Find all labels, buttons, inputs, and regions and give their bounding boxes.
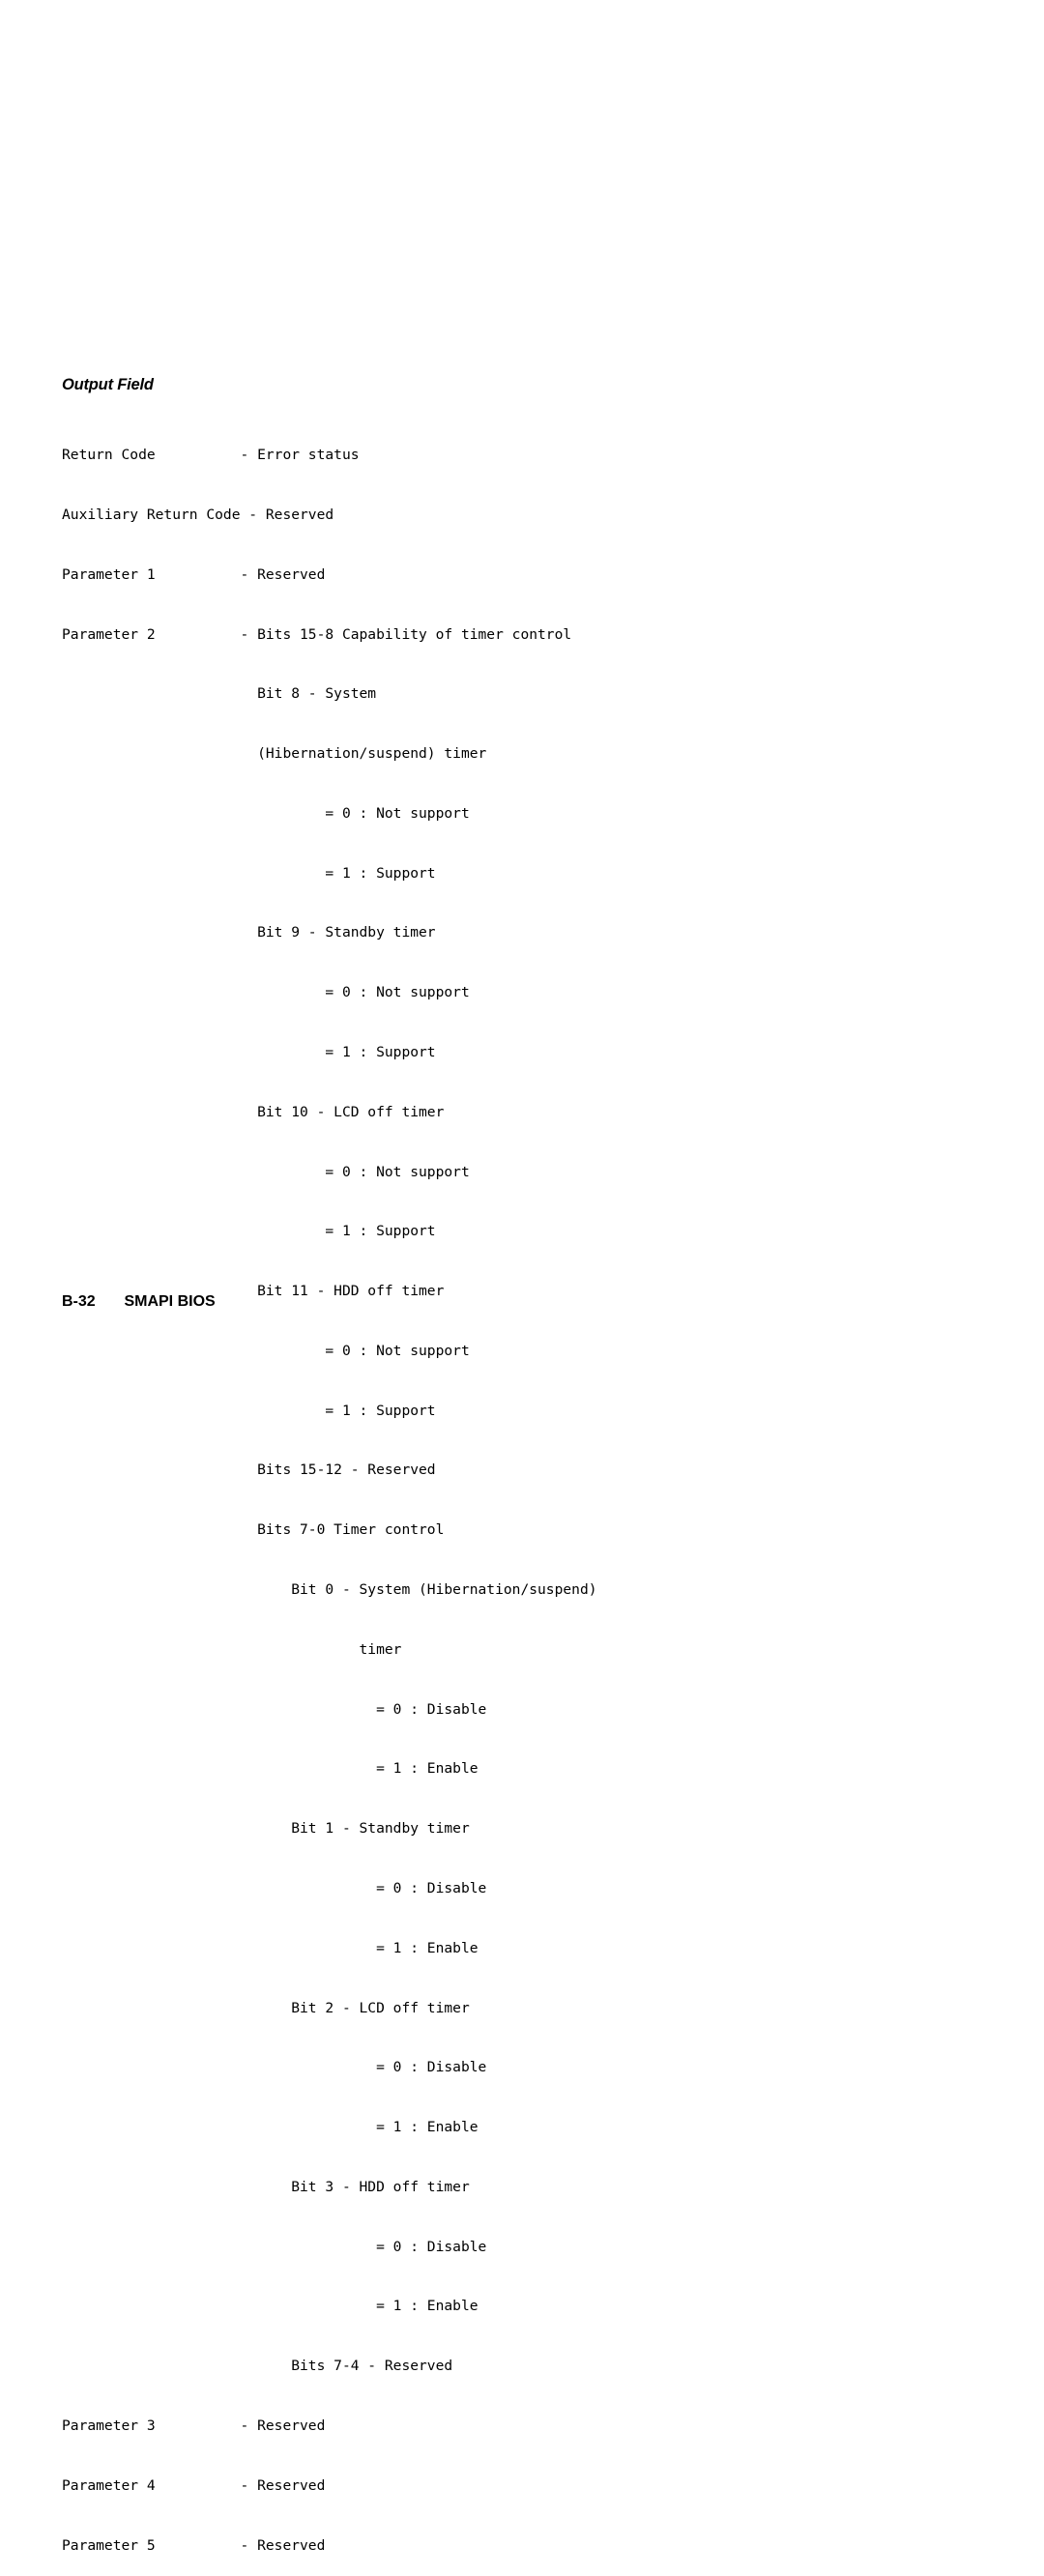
listing-line: Bit 1 - Standby timer bbox=[62, 1820, 470, 1838]
listing-line-auxiliary-return-code: Auxiliary Return Code - Reserved bbox=[62, 506, 334, 523]
listing-line: Bit 8 - System bbox=[62, 685, 377, 703]
listing-line: = 1 : Support bbox=[62, 1044, 436, 1060]
listing-line-parameter-4: Parameter 4 - Reserved bbox=[62, 2476, 326, 2494]
listing-line-parameter-1: Parameter 1 - Reserved bbox=[62, 565, 326, 583]
listing-line: Bits 7-4 - Reserved bbox=[62, 2358, 453, 2375]
listing-line: = 1 : Enable bbox=[62, 1760, 478, 1778]
section-title: Output Field bbox=[62, 376, 154, 393]
listing-line: Bit 0 - System (Hibernation/suspend) bbox=[62, 1581, 597, 1599]
listing-line: = 0 : Not support bbox=[62, 1342, 470, 1359]
listing-line: = 1 : Enable bbox=[62, 1939, 478, 1956]
listing-line-parameter-2: Parameter 2 - Bits 15-8 Capability of ti… bbox=[62, 625, 572, 643]
listing-line: = 1 : Support bbox=[62, 864, 436, 882]
page-number: B-32 bbox=[62, 1293, 96, 1310]
listing-line-parameter-3: Parameter 3 - Reserved bbox=[62, 2417, 326, 2434]
listing-line: = 0 : Not support bbox=[62, 1163, 470, 1180]
listing-line: (Hibernation/suspend) timer bbox=[62, 745, 487, 763]
output-field-listing: Return Code - Error status Auxiliary Ret… bbox=[62, 406, 597, 2576]
listing-line: = 1 : Support bbox=[62, 1402, 436, 1419]
listing-line: = 1 : Support bbox=[62, 1223, 436, 1240]
listing-line: = 0 : Not support bbox=[62, 804, 470, 822]
listing-line: = 0 : Disable bbox=[62, 1700, 487, 1718]
listing-line: Bits 15-12 - Reserved bbox=[62, 1462, 436, 1479]
listing-line: = 1 : Enable bbox=[62, 2119, 478, 2136]
listing-line-parameter-5: Parameter 5 - Reserved bbox=[62, 2536, 326, 2554]
listing-line: = 0 : Disable bbox=[62, 1879, 487, 1896]
listing-line: Bit 3 - HDD off timer bbox=[62, 2178, 470, 2195]
listing-line: = 0 : Not support bbox=[62, 984, 470, 1001]
page-footer: B-32 SMAPI BIOS bbox=[62, 1293, 216, 1311]
listing-line: Bit 2 - LCD off timer bbox=[62, 1999, 470, 2016]
listing-line: = 1 : Enable bbox=[62, 2298, 478, 2315]
footer-title: SMAPI BIOS bbox=[124, 1293, 216, 1310]
listing-line: Bits 7-0 Timer control bbox=[62, 1521, 445, 1539]
listing-line: = 0 : Disable bbox=[62, 2059, 487, 2076]
listing-line: Bit 10 - LCD off timer bbox=[62, 1103, 445, 1120]
listing-line: timer bbox=[62, 1640, 402, 1658]
listing-line: = 0 : Disable bbox=[62, 2238, 487, 2255]
listing-line: Bit 9 - Standby timer bbox=[62, 924, 436, 941]
listing-line-return-code: Return Code - Error status bbox=[62, 447, 360, 464]
